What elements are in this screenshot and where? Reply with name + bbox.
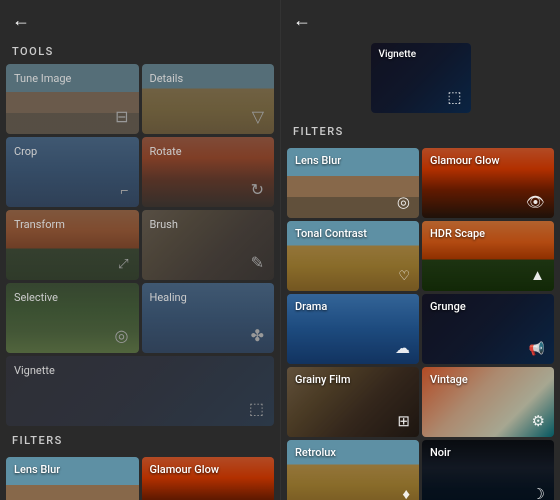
filter-label-grunge: Grunge xyxy=(430,300,546,313)
left-filter-grid: Lens Blur ◎ Glamour Glow 👁 Tonal Contras… xyxy=(6,457,274,500)
tool-card-rotate[interactable]: Rotate ↻ xyxy=(142,137,275,207)
tool-card-transform[interactable]: Transform ⤢ xyxy=(6,210,139,280)
filter-label-noir: Noir xyxy=(430,446,546,459)
filter-card-drama[interactable]: Drama ☁ xyxy=(287,294,419,364)
brush-icon: ✎ xyxy=(251,253,264,272)
filter-label-lens-blur: Lens Blur xyxy=(295,154,411,167)
crop-icon: ⌐ xyxy=(120,182,128,199)
tonal-contrast-icon: ♡ xyxy=(398,269,410,284)
selective-icon: ◎ xyxy=(115,326,129,345)
glamour-glow-icon: 👁 xyxy=(526,193,545,211)
filter-label-glamour-glow-left: Glamour Glow xyxy=(150,463,267,476)
lens-blur-icon: ◎ xyxy=(397,193,410,211)
transform-icon: ⤢ xyxy=(118,257,128,272)
filter-card-retrolux[interactable]: Retrolux ♦ xyxy=(287,440,419,500)
tool-card-tune-image[interactable]: Tune Image ⊟ xyxy=(6,64,139,134)
tool-label-transform: Transform xyxy=(14,218,131,231)
healing-icon: ✤ xyxy=(251,326,264,345)
noir-icon: ☽ xyxy=(532,485,545,500)
drama-icon: ☁ xyxy=(395,339,410,357)
retrolux-icon: ♦ xyxy=(402,485,410,500)
right-vignette-icon: ⬚ xyxy=(447,88,461,106)
left-header: ← xyxy=(0,0,280,37)
left-panel: ← TOOLS Tune Image ⊟ Details ▽ Crop ⌐ Ro… xyxy=(0,0,280,500)
hdr-scape-icon: ▲ xyxy=(530,266,545,284)
filter-card-grunge[interactable]: Grunge 📢 xyxy=(422,294,554,364)
tools-section-title: TOOLS xyxy=(0,37,280,64)
right-vignette-label: Vignette xyxy=(379,49,463,60)
left-filters-title: FILTERS xyxy=(0,426,280,453)
tool-card-healing[interactable]: Healing ✤ xyxy=(142,283,275,353)
right-back-button[interactable]: ← xyxy=(293,10,311,31)
tool-card-brush[interactable]: Brush ✎ xyxy=(142,210,275,280)
left-back-button[interactable]: ← xyxy=(12,10,30,31)
tool-label-vignette: Vignette xyxy=(14,364,266,377)
tools-grid: Tune Image ⊟ Details ▽ Crop ⌐ Rotate ↻ T… xyxy=(0,64,280,426)
tool-label-brush: Brush xyxy=(150,218,267,231)
filter-label-vintage: Vintage xyxy=(430,373,546,386)
tool-label-crop: Crop xyxy=(14,145,131,158)
filter-label-hdr-scape: HDR Scape xyxy=(430,227,546,240)
tool-card-details[interactable]: Details ▽ xyxy=(142,64,275,134)
right-header: ← xyxy=(281,0,560,37)
filter-label-grainy-film: Grainy Film xyxy=(295,373,411,386)
filter-card-grainy-film[interactable]: Grainy Film ⊞ xyxy=(287,367,419,437)
details-icon: ▽ xyxy=(252,107,264,126)
filter-label-drama: Drama xyxy=(295,300,411,313)
filter-card-hdr-scape[interactable]: HDR Scape ▲ xyxy=(422,221,554,291)
right-filters-section: Lens Blur ◎ Glamour Glow 👁 Tonal Contras… xyxy=(281,144,560,500)
rotate-icon: ↻ xyxy=(251,180,264,199)
filter-card-lens-blur-left[interactable]: Lens Blur ◎ xyxy=(6,457,139,500)
right-vignette-top: Vignette ⬚ xyxy=(281,37,560,117)
tune-image-icon: ⊟ xyxy=(115,107,128,126)
tool-label-details: Details xyxy=(150,72,267,85)
vignette-icon: ⬚ xyxy=(249,399,264,418)
right-filter-grid: Lens Blur ◎ Glamour Glow 👁 Tonal Contras… xyxy=(287,148,554,500)
filter-label-lens-blur-left: Lens Blur xyxy=(14,463,131,476)
grainy-film-icon: ⊞ xyxy=(397,412,410,430)
tool-label-selective: Selective xyxy=(14,291,131,304)
tool-label-healing: Healing xyxy=(150,291,267,304)
grunge-icon: 📢 xyxy=(529,342,545,357)
filter-card-glamour-glow[interactable]: Glamour Glow 👁 xyxy=(422,148,554,218)
filter-card-glamour-glow-left[interactable]: Glamour Glow 👁 xyxy=(142,457,275,500)
right-filters-title: FILTERS xyxy=(281,117,560,144)
vintage-icon: ⚙ xyxy=(532,412,545,430)
filter-card-noir[interactable]: Noir ☽ xyxy=(422,440,554,500)
filter-card-vintage[interactable]: Vintage ⚙ xyxy=(422,367,554,437)
filter-label-tonal-contrast: Tonal Contrast xyxy=(295,227,411,240)
tool-card-selective[interactable]: Selective ◎ xyxy=(6,283,139,353)
right-vignette-card[interactable]: Vignette ⬚ xyxy=(371,43,471,113)
left-filters-section: Lens Blur ◎ Glamour Glow 👁 Tonal Contras… xyxy=(0,453,280,500)
tool-card-vignette[interactable]: Vignette ⬚ xyxy=(6,356,274,426)
filter-card-lens-blur[interactable]: Lens Blur ◎ xyxy=(287,148,419,218)
filter-label-retrolux: Retrolux xyxy=(295,446,411,459)
tool-label-rotate: Rotate xyxy=(150,145,267,158)
tool-label-tune-image: Tune Image xyxy=(14,72,131,85)
filter-label-glamour-glow: Glamour Glow xyxy=(430,154,546,167)
tool-card-crop[interactable]: Crop ⌐ xyxy=(6,137,139,207)
filter-card-tonal-contrast[interactable]: Tonal Contrast ♡ xyxy=(287,221,419,291)
right-panel: ← Vignette ⬚ FILTERS Lens Blur ◎ Glamour… xyxy=(280,0,560,500)
